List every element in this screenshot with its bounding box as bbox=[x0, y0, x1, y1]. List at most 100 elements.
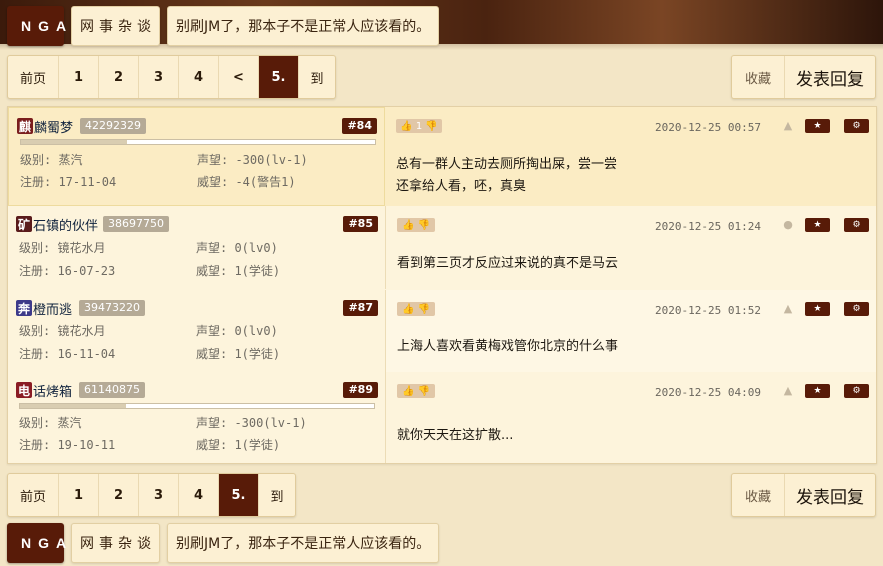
post-reply-button[interactable]: 发表回复 bbox=[785, 56, 875, 98]
page-1-button[interactable]: 1 bbox=[59, 474, 99, 516]
page-goto-button[interactable]: 到 bbox=[299, 56, 335, 98]
user-prestige: 威望: 1(学徒) bbox=[196, 347, 281, 361]
page-current: 5. bbox=[219, 474, 259, 516]
breadcrumb-thread-link[interactable]: 别刷JM了，那本子不是正常人应该看的。 bbox=[167, 523, 440, 563]
post-content: 👍 👎 2020-12-25 04:09 ▲ ★ ⚙ 就你天天在这扩散... bbox=[386, 372, 876, 463]
post-line: 还拿给人看，呸，真臭 bbox=[396, 179, 527, 194]
page-4-button[interactable]: 4 bbox=[179, 56, 219, 98]
username-link[interactable]: 石镇的伙伴 bbox=[33, 215, 98, 234]
like-dislike-buttons[interactable]: 👍 👎 bbox=[397, 302, 435, 316]
user-info-panel: 麒 麟蜀梦 42292329 #84 级别: 蒸汽 声望: -300(lv-1)… bbox=[8, 107, 385, 206]
thumbs-down-icon[interactable]: 👎 bbox=[425, 121, 437, 132]
post-content: 👍 1 👎 2020-12-25 00:57 ▲ ★ ⚙ 总有一群人主动去厕所掏… bbox=[385, 107, 876, 206]
star-icon[interactable]: ★ bbox=[805, 302, 830, 316]
floor-number[interactable]: #84 bbox=[342, 118, 377, 134]
post-row: 奔 橙而逃 39473220 #87 级别: 镜花水月 声望: 0(lv0) 注… bbox=[8, 290, 876, 372]
star-icon[interactable]: ★ bbox=[805, 218, 830, 232]
page-goto-button[interactable]: 到 bbox=[259, 474, 295, 516]
user-id-badge[interactable]: 42292329 bbox=[80, 118, 146, 134]
nga-logo-link[interactable]: NGA bbox=[7, 6, 66, 46]
post-line: 看到第三页才反应过来说的真不是马云 bbox=[397, 256, 619, 271]
breadcrumb-thread-link[interactable]: 别刷JM了，那本子不是正常人应该看的。 bbox=[167, 6, 440, 46]
user-id-badge[interactable]: 38697750 bbox=[103, 216, 169, 232]
page-2-button[interactable]: 2 bbox=[99, 56, 139, 98]
thread-actions-bottom: 收藏 发表回复 bbox=[731, 473, 876, 517]
thumbs-down-icon[interactable]: 👎 bbox=[418, 386, 430, 397]
page-back-button[interactable]: < bbox=[219, 56, 259, 98]
post-content: 👍 👎 2020-12-25 01:24 ● ★ ⚙ 看到第三页才反应过来说的真… bbox=[386, 206, 876, 289]
user-avatar-tag[interactable]: 奔 bbox=[16, 300, 32, 316]
user-avatar-tag[interactable]: 麒 bbox=[17, 118, 33, 134]
thumbs-down-icon[interactable]: 👎 bbox=[418, 220, 430, 231]
android-icon: ▲ bbox=[783, 384, 793, 397]
page-3-button[interactable]: 3 bbox=[139, 474, 179, 516]
user-register-date: 注册: 19-10-11 bbox=[19, 438, 116, 452]
thumbs-down-icon[interactable]: 👎 bbox=[418, 304, 430, 315]
user-level: 级别: 镜花水月 bbox=[19, 324, 106, 338]
page-4-button[interactable]: 4 bbox=[179, 474, 219, 516]
favorite-button[interactable]: 收藏 bbox=[732, 474, 785, 516]
star-icon[interactable]: ★ bbox=[805, 384, 830, 398]
reputation-bar-fill bbox=[21, 140, 128, 144]
user-id-badge[interactable]: 39473220 bbox=[79, 300, 145, 316]
user-avatar-tag[interactable]: 电 bbox=[16, 382, 32, 398]
post-line: 上海人喜欢看黄梅戏管你北京的什么事 bbox=[397, 339, 619, 354]
android-icon: ▲ bbox=[783, 302, 793, 315]
user-reputation: 声望: 0(lv0) bbox=[196, 324, 278, 338]
nga-logo-link[interactable]: NGA bbox=[7, 523, 66, 563]
gear-icon[interactable]: ⚙ bbox=[844, 302, 869, 316]
page-1-button[interactable]: 1 bbox=[59, 56, 99, 98]
user-register-date: 注册: 16-11-04 bbox=[19, 347, 116, 361]
reputation-bar bbox=[19, 403, 375, 409]
user-id-badge[interactable]: 61140875 bbox=[79, 382, 145, 398]
user-register-date: 注册: 17-11-04 bbox=[20, 175, 117, 189]
thumbs-up-icon[interactable]: 👍 bbox=[402, 386, 414, 397]
post-list: 麒 麟蜀梦 42292329 #84 级别: 蒸汽 声望: -300(lv-1)… bbox=[7, 106, 877, 464]
floor-number[interactable]: #85 bbox=[343, 216, 378, 232]
page-2-button[interactable]: 2 bbox=[99, 474, 139, 516]
breadcrumb-forum-link[interactable]: 网事杂谈 bbox=[71, 523, 160, 563]
post-body: 总有一群人主动去厕所掏出屎，尝一尝 还拿给人看，呸，真臭 bbox=[396, 154, 617, 198]
gear-icon[interactable]: ⚙ bbox=[844, 218, 869, 232]
post-content: 👍 👎 2020-12-25 01:52 ▲ ★ ⚙ 上海人喜欢看黄梅戏管你北京… bbox=[386, 290, 876, 372]
like-dislike-buttons[interactable]: 👍 👎 bbox=[397, 384, 435, 398]
floor-number[interactable]: #87 bbox=[343, 300, 378, 316]
user-level: 级别: 镜花水月 bbox=[19, 241, 106, 255]
post-body: 上海人喜欢看黄梅戏管你北京的什么事 bbox=[397, 336, 618, 358]
like-count: 1 bbox=[415, 120, 423, 132]
username-link[interactable]: 话烤箱 bbox=[33, 381, 72, 400]
like-dislike-buttons[interactable]: 👍 1 👎 bbox=[396, 119, 442, 133]
like-dislike-buttons[interactable]: 👍 👎 bbox=[397, 218, 435, 232]
user-reputation: 声望: -300(lv-1) bbox=[196, 416, 307, 430]
breadcrumb-forum-link[interactable]: 网事杂谈 bbox=[71, 6, 160, 46]
username-link[interactable]: 橙而逃 bbox=[33, 299, 72, 318]
post-time: 2020-12-25 04:09 bbox=[655, 386, 761, 399]
thumbs-up-icon[interactable]: 👍 bbox=[400, 121, 412, 132]
user-level: 级别: 蒸汽 bbox=[20, 153, 83, 167]
reputation-bar-fill bbox=[20, 404, 127, 408]
gear-icon[interactable]: ⚙ bbox=[844, 119, 869, 133]
page-prev-button[interactable]: 前页 bbox=[8, 474, 59, 516]
user-prestige: 威望: 1(学徒) bbox=[196, 438, 281, 452]
pagination-top: 前页 1 2 3 4 < 5. 到 bbox=[7, 55, 336, 99]
thumbs-up-icon[interactable]: 👍 bbox=[402, 304, 414, 315]
page-prev-button[interactable]: 前页 bbox=[8, 56, 59, 98]
user-info-panel: 电 话烤箱 61140875 #89 级别: 蒸汽 声望: -300(lv-1)… bbox=[8, 372, 386, 463]
user-reputation: 声望: -300(lv-1) bbox=[197, 153, 308, 167]
floor-number[interactable]: #89 bbox=[343, 382, 378, 398]
user-reputation: 声望: 0(lv0) bbox=[196, 241, 278, 255]
favorite-button[interactable]: 收藏 bbox=[732, 56, 785, 98]
post-reply-button[interactable]: 发表回复 bbox=[785, 474, 875, 516]
thumbs-up-icon[interactable]: 👍 bbox=[402, 220, 414, 231]
username-link[interactable]: 麟蜀梦 bbox=[34, 117, 73, 136]
post-time: 2020-12-25 01:24 bbox=[655, 220, 761, 233]
star-icon[interactable]: ★ bbox=[805, 119, 830, 133]
post-time: 2020-12-25 00:57 bbox=[655, 121, 761, 134]
reputation-bar bbox=[20, 139, 376, 145]
user-prestige: 威望: 1(学徒) bbox=[196, 264, 281, 278]
post-line: 总有一群人主动去厕所掏出屎，尝一尝 bbox=[396, 157, 618, 172]
gear-icon[interactable]: ⚙ bbox=[844, 384, 869, 398]
user-avatar-tag[interactable]: 矿 bbox=[16, 216, 32, 232]
page-3-button[interactable]: 3 bbox=[139, 56, 179, 98]
breadcrumb: NGA 网事杂谈 别刷JM了，那本子不是正常人应该看的。 bbox=[7, 6, 440, 46]
